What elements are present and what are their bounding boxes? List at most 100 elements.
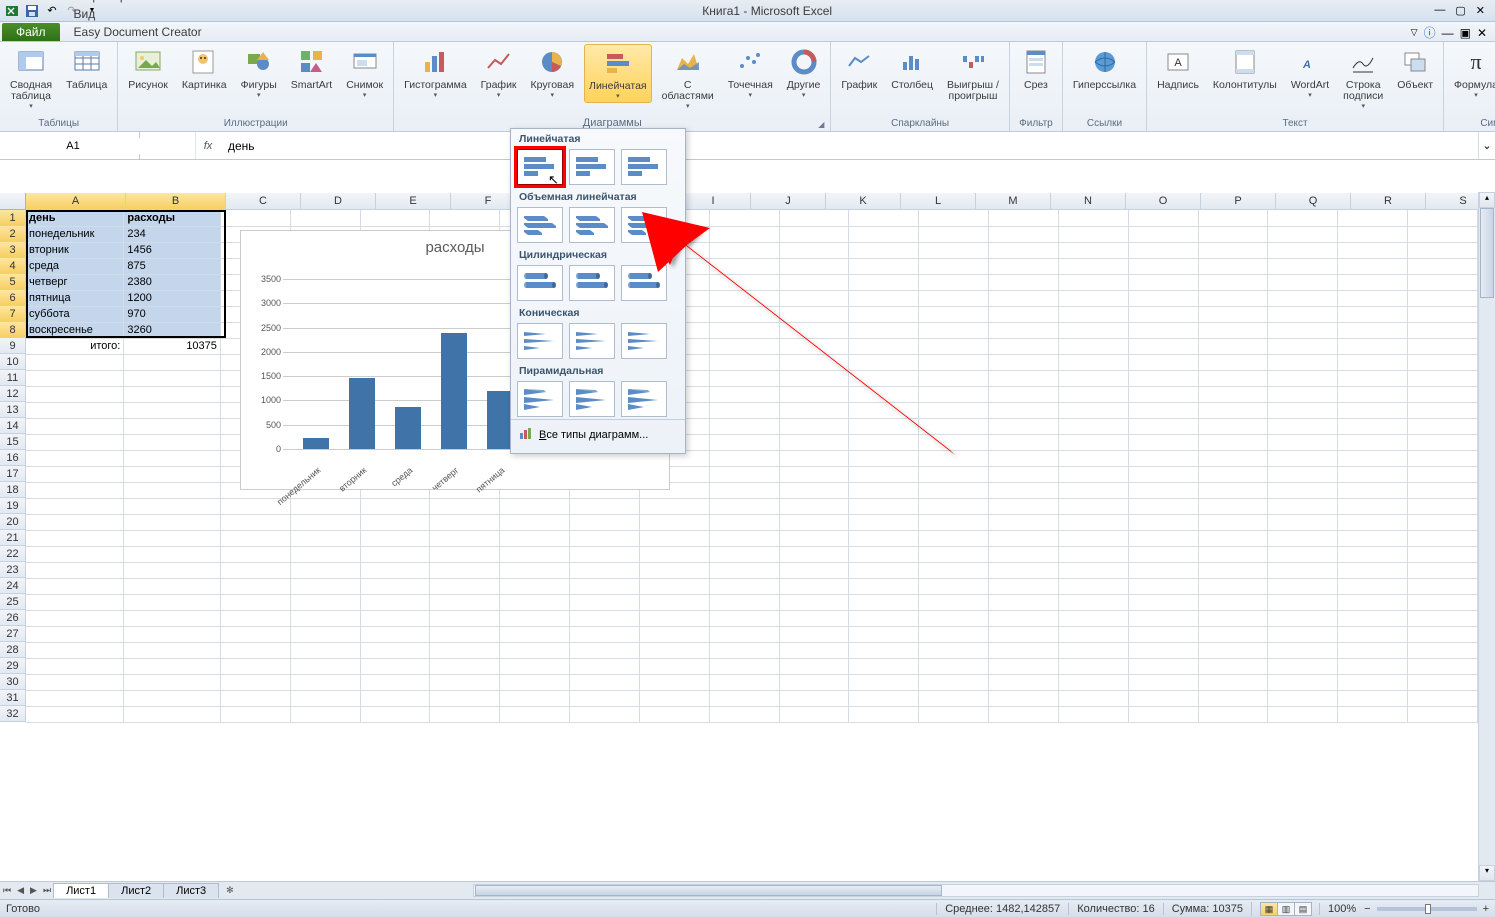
cell[interactable]: 875 bbox=[124, 258, 221, 274]
cell[interactable] bbox=[919, 338, 989, 354]
cell[interactable] bbox=[639, 578, 709, 594]
column-header[interactable]: L bbox=[901, 193, 976, 210]
cell[interactable] bbox=[709, 546, 779, 562]
row-header[interactable]: 32 bbox=[0, 706, 26, 722]
cell[interactable] bbox=[124, 354, 221, 370]
page-layout-view-icon[interactable]: ▥ bbox=[1277, 902, 1295, 916]
cell[interactable] bbox=[779, 354, 849, 370]
cell[interactable] bbox=[1407, 658, 1477, 674]
cell[interactable] bbox=[1268, 242, 1338, 258]
cell[interactable] bbox=[26, 706, 124, 722]
cell[interactable] bbox=[1128, 258, 1198, 274]
bar-chart-button[interactable]: Линейчатая▾ bbox=[584, 44, 652, 103]
cell[interactable] bbox=[709, 274, 779, 290]
cell[interactable] bbox=[709, 498, 779, 514]
cell[interactable] bbox=[1268, 562, 1338, 578]
cell[interactable] bbox=[779, 514, 849, 530]
cell[interactable] bbox=[1198, 578, 1268, 594]
cell[interactable] bbox=[709, 642, 779, 658]
cell[interactable] bbox=[1268, 210, 1338, 226]
cell[interactable] bbox=[919, 482, 989, 498]
cell[interactable] bbox=[430, 530, 500, 546]
cell[interactable] bbox=[1338, 274, 1408, 290]
cell[interactable] bbox=[1058, 258, 1128, 274]
row-header[interactable]: 8 bbox=[0, 322, 26, 338]
cell[interactable] bbox=[919, 546, 989, 562]
cell[interactable] bbox=[849, 370, 919, 386]
cell[interactable] bbox=[1268, 594, 1338, 610]
cell[interactable] bbox=[1407, 514, 1477, 530]
row-header[interactable]: 22 bbox=[0, 546, 26, 562]
cell[interactable] bbox=[849, 450, 919, 466]
cell[interactable] bbox=[1407, 402, 1477, 418]
cell[interactable] bbox=[290, 562, 360, 578]
cell[interactable] bbox=[290, 210, 360, 226]
cell[interactable] bbox=[989, 498, 1059, 514]
cell[interactable] bbox=[779, 418, 849, 434]
cell[interactable] bbox=[1268, 530, 1338, 546]
cell[interactable] bbox=[220, 578, 290, 594]
zoom-out-icon[interactable]: − bbox=[1364, 903, 1370, 915]
cell[interactable] bbox=[849, 530, 919, 546]
cell[interactable] bbox=[709, 482, 779, 498]
cell[interactable] bbox=[849, 290, 919, 306]
cell[interactable] bbox=[709, 514, 779, 530]
cell[interactable] bbox=[570, 514, 640, 530]
cell[interactable] bbox=[1058, 450, 1128, 466]
cell[interactable] bbox=[26, 530, 124, 546]
equation-button[interactable]: πФормула▾ bbox=[1450, 44, 1495, 101]
cell[interactable]: понедельник bbox=[26, 226, 124, 242]
cell[interactable] bbox=[1268, 274, 1338, 290]
cell[interactable] bbox=[570, 498, 640, 514]
column-header[interactable]: I bbox=[676, 193, 751, 210]
row-header[interactable]: 13 bbox=[0, 402, 26, 418]
row-header[interactable]: 6 bbox=[0, 290, 26, 306]
cell[interactable] bbox=[989, 306, 1059, 322]
cell[interactable] bbox=[1058, 514, 1128, 530]
minimize-icon[interactable]: — bbox=[1434, 4, 1445, 17]
cell[interactable] bbox=[124, 482, 221, 498]
cell[interactable] bbox=[989, 674, 1059, 690]
cell[interactable] bbox=[709, 258, 779, 274]
cell[interactable] bbox=[1198, 370, 1268, 386]
cell[interactable] bbox=[430, 610, 500, 626]
cell[interactable] bbox=[26, 514, 124, 530]
clipart-button[interactable]: Картинка bbox=[178, 44, 231, 93]
name-box-input[interactable] bbox=[0, 138, 146, 154]
cell[interactable] bbox=[989, 594, 1059, 610]
normal-view-icon[interactable]: ▦ bbox=[1260, 902, 1278, 916]
cell[interactable] bbox=[709, 530, 779, 546]
cell[interactable] bbox=[779, 242, 849, 258]
column-header[interactable]: N bbox=[1051, 193, 1126, 210]
cell[interactable] bbox=[709, 306, 779, 322]
cell[interactable]: пятница bbox=[26, 290, 124, 306]
cell[interactable] bbox=[1128, 274, 1198, 290]
cell[interactable]: 1456 bbox=[124, 242, 221, 258]
spreadsheet-grid[interactable]: ABCDEFGHIJKLMNOPQRST 1234567891011121314… bbox=[0, 160, 1478, 840]
cell[interactable] bbox=[919, 706, 989, 722]
cell[interactable]: вторник bbox=[26, 242, 124, 258]
cell[interactable] bbox=[26, 658, 124, 674]
cell[interactable] bbox=[360, 594, 430, 610]
cell[interactable] bbox=[1407, 386, 1477, 402]
cell[interactable] bbox=[989, 562, 1059, 578]
save-icon[interactable] bbox=[24, 3, 40, 19]
cell[interactable] bbox=[1058, 530, 1128, 546]
cell[interactable] bbox=[1338, 290, 1408, 306]
cell[interactable] bbox=[709, 658, 779, 674]
cell[interactable] bbox=[1338, 530, 1408, 546]
cell[interactable] bbox=[1268, 674, 1338, 690]
cell[interactable] bbox=[500, 514, 570, 530]
cell[interactable] bbox=[360, 578, 430, 594]
cell[interactable] bbox=[1058, 690, 1128, 706]
cell[interactable] bbox=[709, 610, 779, 626]
cell[interactable] bbox=[1268, 690, 1338, 706]
row-header[interactable]: 26 bbox=[0, 610, 26, 626]
cell[interactable] bbox=[220, 210, 290, 226]
cell[interactable] bbox=[290, 706, 360, 722]
cell[interactable] bbox=[124, 594, 221, 610]
screenshot-button[interactable]: Снимок▾ bbox=[342, 44, 387, 101]
cell[interactable] bbox=[124, 690, 221, 706]
cell[interactable] bbox=[1407, 290, 1477, 306]
cell[interactable] bbox=[1338, 354, 1408, 370]
